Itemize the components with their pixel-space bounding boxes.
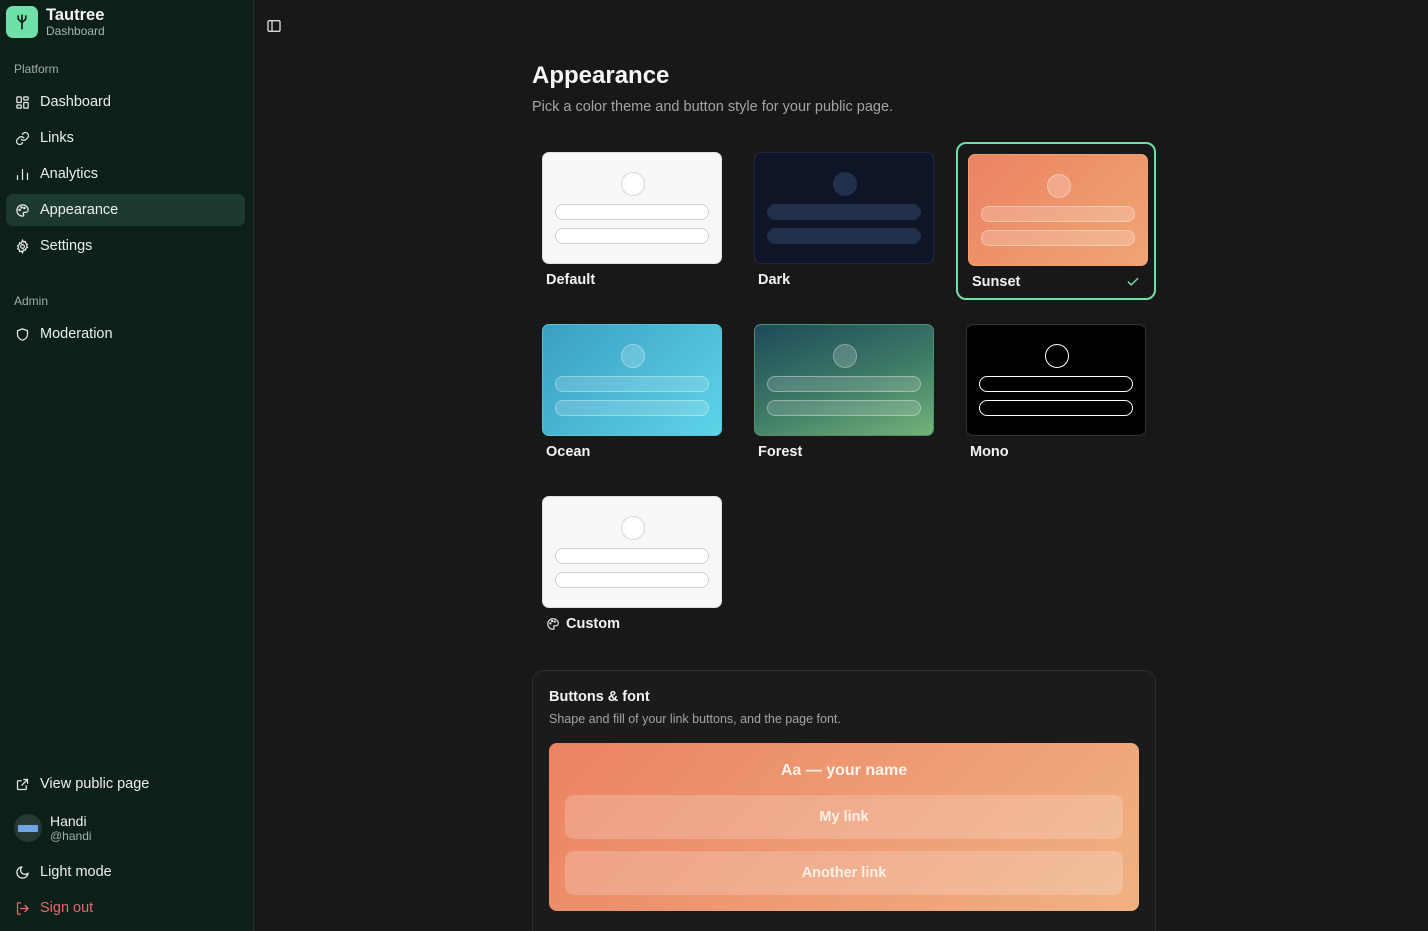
avatar [14, 814, 42, 842]
theme-preview [754, 152, 934, 264]
card-title: Buttons & font [549, 689, 650, 705]
theme-option-sunset[interactable]: Sunset [956, 142, 1156, 300]
sidebar-item-dashboard[interactable]: Dashboard [6, 86, 245, 118]
theme-option-custom[interactable]: Custom [532, 486, 732, 644]
theme-preview [542, 496, 722, 608]
section-label-admin: Admin [14, 294, 49, 308]
preview-link-button[interactable]: My link [565, 795, 1123, 839]
sidebar-item-label: Dashboard [40, 94, 111, 110]
sidebar-panel-icon [267, 20, 281, 32]
moon-icon [14, 864, 30, 880]
sidebar-item-appearance[interactable]: Appearance [6, 194, 245, 226]
user-name: Handi [50, 812, 87, 829]
sign-out-label: Sign out [40, 900, 94, 916]
shield-icon [14, 326, 30, 342]
check-icon [1127, 277, 1139, 286]
theme-preview [542, 152, 722, 264]
theme-label: Sunset [972, 274, 1021, 290]
sidebar-item-label: Appearance [40, 202, 119, 218]
theme-option-forest[interactable]: Forest [744, 314, 944, 472]
sidebar-item-label: Settings [40, 238, 93, 254]
preview-name: Aa — your name [780, 762, 908, 779]
sidebar-item-label: Moderation [40, 326, 113, 342]
grid-icon [14, 94, 30, 110]
theme-label: Forest [758, 444, 803, 460]
theme-preview [968, 154, 1148, 266]
theme-label-custom: Custom [546, 616, 620, 632]
gear-icon [14, 238, 30, 254]
theme-option-mono[interactable]: Mono [956, 314, 1156, 472]
light-mode-toggle[interactable]: Light mode [6, 856, 245, 888]
theme-label: Ocean [546, 444, 591, 460]
sidebar-item-links[interactable]: Links [6, 122, 245, 154]
logout-icon [14, 900, 30, 916]
sidebar-toggle-button[interactable] [264, 16, 284, 36]
preview-link-button[interactable]: Another link [565, 851, 1123, 895]
section-label-platform: Platform [14, 62, 59, 76]
app-name: Tautree [46, 5, 105, 24]
theme-label: Custom [566, 616, 620, 632]
external-link-icon [14, 776, 30, 792]
sidebar-item-moderation[interactable]: Moderation [6, 318, 245, 350]
light-mode-label: Light mode [40, 864, 112, 880]
page-title: Appearance [532, 62, 670, 89]
sidebar-item-label: Analytics [40, 166, 99, 182]
theme-option-ocean[interactable]: Ocean [532, 314, 732, 472]
theme-option-default[interactable]: Default [532, 142, 732, 300]
sidebar-item-analytics[interactable]: Analytics [6, 158, 245, 190]
theme-label: Dark [758, 272, 791, 288]
theme-label: Mono [970, 444, 1009, 460]
tree-logo-icon [6, 6, 38, 38]
view-public-page-link[interactable]: View public page [6, 768, 245, 800]
palette-icon [14, 202, 30, 218]
link-icon [14, 130, 30, 146]
page-subtitle: Pick a color theme and button style for … [532, 99, 894, 115]
theme-preview [542, 324, 722, 436]
style-preview: Aa — your name My link Another link [549, 743, 1139, 911]
user-handle: @handi [50, 828, 92, 843]
card-subtitle: Shape and fill of your link buttons, and… [549, 712, 841, 726]
brand[interactable]: Tautree Dashboard [6, 5, 105, 39]
sidebar-item-settings[interactable]: Settings [6, 230, 245, 262]
sidebar-item-label: Links [40, 130, 74, 146]
theme-label: Default [546, 272, 596, 288]
view-public-page-label: View public page [40, 776, 150, 792]
theme-preview [754, 324, 934, 436]
sign-out-button[interactable]: Sign out [6, 892, 245, 924]
theme-preview [966, 324, 1146, 436]
user-profile[interactable]: Handi @handi [6, 808, 245, 848]
buttons-font-card: Buttons & font Shape and fill of your li… [532, 670, 1156, 931]
bar-chart-icon [14, 166, 30, 182]
app-subtitle: Dashboard [46, 23, 105, 38]
sidebar: Tautree Dashboard Platform Dashboard Lin… [0, 0, 254, 931]
palette-icon [547, 618, 559, 630]
theme-option-dark[interactable]: Dark [744, 142, 944, 300]
